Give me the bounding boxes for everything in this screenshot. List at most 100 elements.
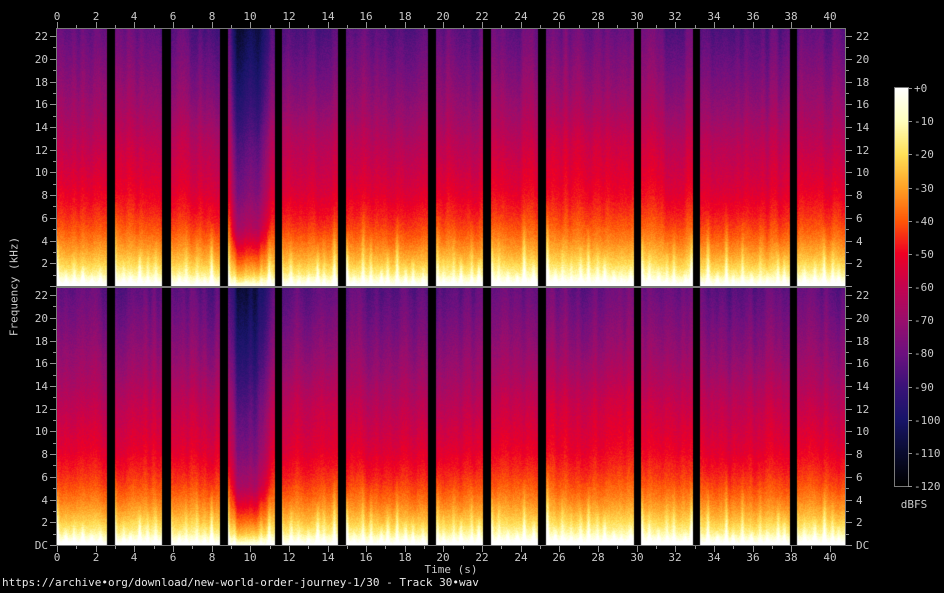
time-tick-label: 32 — [668, 551, 682, 564]
time-minor-tick — [192, 546, 193, 549]
freq-tick-label: 10 — [856, 425, 870, 438]
freq-tick — [50, 59, 56, 60]
freq-minor-tick — [53, 275, 56, 276]
footer-source-text: https://archive•org/download/new-world-o… — [2, 576, 479, 589]
colorbar-tick — [908, 287, 912, 288]
time-minor-tick — [76, 546, 77, 549]
freq-tick — [846, 522, 852, 523]
time-minor-tick — [385, 546, 386, 549]
colorbar-tick — [908, 320, 912, 321]
time-tick-label: 30 — [630, 551, 644, 564]
freq-minor-tick — [846, 420, 849, 421]
colorbar-tick — [908, 254, 912, 255]
freq-minor-tick — [846, 397, 849, 398]
freq-tick — [846, 263, 852, 264]
freq-tick — [50, 241, 56, 242]
freq-minor-tick — [846, 93, 849, 94]
freq-minor-tick — [846, 70, 849, 71]
colorbar-tick — [908, 486, 912, 487]
time-tick-label: 10 — [243, 10, 257, 23]
freq-minor-tick — [846, 534, 849, 535]
spectrogram-canvas-channel-1 — [57, 29, 845, 286]
freq-minor-tick — [53, 116, 56, 117]
time-tick-label: 14 — [321, 551, 335, 564]
time-tick-label: 6 — [169, 551, 177, 564]
freq-tick-label: 18 — [856, 335, 870, 348]
time-tick-label: 28 — [591, 10, 605, 23]
time-axis-title: Time (s) — [424, 563, 478, 576]
time-tick-label: 38 — [784, 10, 798, 23]
freq-minor-tick — [846, 488, 849, 489]
freq-tick — [846, 241, 852, 242]
freq-tick-label: 6 — [41, 471, 48, 484]
time-minor-tick — [463, 546, 464, 549]
freq-minor-tick — [846, 352, 849, 353]
time-tick-label: 34 — [707, 10, 721, 23]
freq-minor-tick — [53, 252, 56, 253]
time-tick-label: 26 — [552, 551, 566, 564]
colorbar-tick-label: -20 — [914, 148, 934, 161]
time-minor-tick — [501, 546, 502, 549]
freq-tick — [846, 363, 852, 364]
colorbar-tick-label: -110 — [914, 447, 941, 460]
freq-tick — [50, 104, 56, 105]
time-minor-tick — [695, 546, 696, 549]
freq-tick-label: 14 — [34, 380, 48, 393]
time-tick-label: 16 — [359, 551, 373, 564]
freq-minor-tick — [846, 161, 849, 162]
freq-minor-tick — [53, 375, 56, 376]
freq-tick-label: 2 — [856, 257, 863, 270]
freq-minor-tick — [53, 206, 56, 207]
freq-tick — [846, 409, 852, 410]
time-tick-label: 34 — [707, 551, 721, 564]
time-tick-label: 40 — [823, 10, 837, 23]
freq-minor-tick — [53, 465, 56, 466]
time-tick-label: 4 — [130, 551, 138, 564]
colorbar-tick — [908, 121, 912, 122]
spectrogram-panel-channel-2 — [56, 287, 846, 546]
time-tick-label: 2 — [92, 10, 100, 23]
freq-tick — [50, 500, 56, 501]
freq-dc-tick — [50, 286, 56, 287]
freq-tick — [846, 295, 852, 296]
freq-tick — [50, 318, 56, 319]
freq-tick-label: 4 — [41, 494, 48, 507]
time-tick-label: 10 — [243, 551, 257, 564]
colorbar-tick — [908, 188, 912, 189]
freq-minor-tick — [846, 116, 849, 117]
time-tick-label: 0 — [53, 551, 61, 564]
colorbar-tick-label: -30 — [914, 182, 934, 195]
freq-tick — [50, 150, 56, 151]
freq-minor-tick — [53, 352, 56, 353]
time-minor-tick — [231, 546, 232, 549]
time-minor-tick — [772, 546, 773, 549]
freq-tick — [846, 218, 852, 219]
freq-tick-label: 18 — [34, 76, 48, 89]
freq-dc-label: DC — [34, 539, 48, 552]
freq-tick — [846, 82, 852, 83]
freq-tick-label: 14 — [856, 121, 870, 134]
time-tick-label: 4 — [130, 10, 138, 23]
freq-tick-label: 12 — [856, 144, 870, 157]
colorbar-tick — [908, 387, 912, 388]
time-tick-label: 38 — [784, 551, 798, 564]
spectrogram-viewer: 0 2 4 6 8 10 12 14 16 18 20 22 24 26 28 30 32 34 36 38 40 22… — [0, 0, 944, 593]
time-minor-tick — [579, 546, 580, 549]
freq-minor-tick — [53, 306, 56, 307]
freq-tick-label: 18 — [856, 76, 870, 89]
time-tick-label: 28 — [591, 551, 605, 564]
time-tick-label: 40 — [823, 551, 837, 564]
freq-minor-tick — [846, 184, 849, 185]
freq-tick-label: 4 — [856, 494, 863, 507]
freq-minor-tick — [53, 420, 56, 421]
freq-tick-label: 20 — [34, 53, 48, 66]
freq-tick — [50, 454, 56, 455]
freq-minor-tick — [53, 511, 56, 512]
time-minor-tick — [347, 546, 348, 549]
freq-tick-label: 20 — [34, 312, 48, 325]
freq-dc-tick — [846, 286, 852, 287]
time-tick-label: 18 — [398, 551, 412, 564]
time-minor-tick — [308, 546, 309, 549]
colorbar-gradient — [895, 88, 908, 486]
freq-minor-tick — [846, 329, 849, 330]
